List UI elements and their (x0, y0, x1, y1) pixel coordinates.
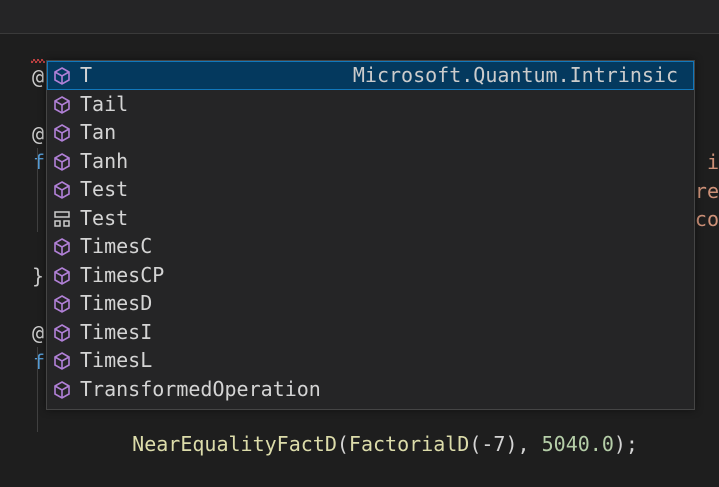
suggestion-detail: Microsoft.Quantum.Intrinsic (352, 63, 678, 87)
cube-icon (54, 67, 70, 85)
statement-end: ); (613, 431, 638, 456)
suggestion-label: Tanh (80, 148, 129, 173)
editor-line-1: @ (0, 34, 48, 89)
editor-line-10: @ (0, 291, 48, 345)
suggestion-item[interactable]: TimesI (47, 318, 694, 347)
error-squiggle (31, 59, 45, 63)
suggestion-item[interactable]: Tail (47, 90, 694, 119)
cube-icon (54, 152, 70, 171)
partially-covered-code-line: NearEqualityFactD(FactorialD(-7), 5040.0… (84, 401, 638, 487)
factorial-argument: (-7) (469, 431, 518, 456)
suggestion-item[interactable]: T Microsoft.Quantum.Intrinsic (47, 61, 694, 90)
clipped-code-fragment: i (706, 150, 719, 174)
editor-line-4: f (0, 120, 48, 174)
editor-line-11: f (0, 319, 48, 374)
cube-icon (54, 352, 70, 370)
cube-icon (54, 266, 70, 285)
suggestion-label: Tan (80, 120, 117, 144)
suggestion-item[interactable]: TimesL (47, 346, 694, 375)
suggestion-item[interactable]: TimesD (47, 289, 694, 318)
suggestion-label: TimesC (80, 234, 153, 258)
indent-guide (37, 347, 38, 432)
editor-tab-strip (0, 0, 719, 34)
cube-icon (54, 380, 70, 399)
indent-guide (37, 148, 38, 232)
closing-brace: } (32, 264, 45, 288)
suggestion-label: T (80, 63, 93, 87)
suggestion-item[interactable]: Test (47, 175, 694, 204)
cube-icon (54, 181, 70, 199)
cube-icon (54, 238, 70, 256)
suggestion-item[interactable]: TransformedOperation (47, 375, 694, 404)
suggestion-label: TimesI (80, 319, 153, 344)
suggestion-label: Tail (80, 91, 129, 116)
suggestion-item[interactable]: TimesCP (47, 261, 694, 290)
suggestion-label: Test (80, 177, 129, 201)
cube-icon (54, 124, 70, 142)
suggestion-item[interactable]: Tan (47, 118, 694, 147)
factorial-call: FactorialD (348, 431, 470, 456)
suggestion-label: TimesL (80, 348, 153, 372)
function-keyword-fragment: f (33, 150, 46, 174)
cube-icon (54, 295, 70, 313)
attribute-marker: @ (32, 64, 45, 89)
open-parenthesis: ( (336, 431, 349, 456)
structure-icon (54, 210, 70, 227)
expected-value: 5040.0 (541, 431, 614, 456)
cube-icon (54, 323, 70, 342)
suggestion-item[interactable]: TimesC (47, 232, 694, 261)
cube-icon (54, 95, 70, 114)
clipped-code-fragment: re (694, 178, 719, 203)
suggestion-label: Test (80, 205, 129, 230)
editor-line-3: @ (0, 91, 48, 146)
suggestion-item[interactable]: Tanh (47, 147, 694, 176)
function-keyword-fragment: f (33, 349, 46, 374)
function-call: NearEqualityFactD (132, 431, 337, 456)
suggestion-label: TimesD (80, 291, 153, 315)
editor-line-8: } (0, 234, 48, 288)
suggestion-label: TimesCP (80, 262, 165, 287)
suggestion-label: TransformedOperation (80, 376, 321, 401)
autocomplete-suggestion-list[interactable]: T Microsoft.Quantum.Intrinsic Tail Tan T… (46, 60, 695, 410)
argument-separator: , (517, 431, 542, 456)
clipped-code-fragment: co (694, 207, 719, 231)
suggestion-item[interactable]: Test (47, 204, 694, 233)
